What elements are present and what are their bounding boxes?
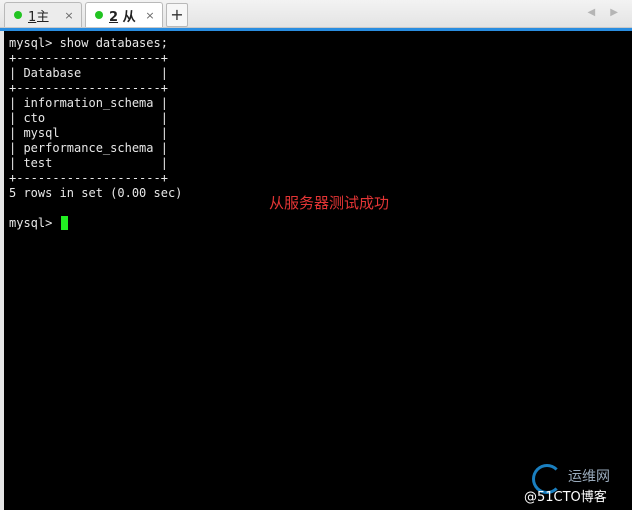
- tab-bar: 1主 × 2 从 × + ◀ ▶: [0, 0, 632, 28]
- terminal-prompt-line[interactable]: mysql>: [9, 216, 609, 231]
- connected-status-icon: [95, 11, 103, 19]
- terminal-line: mysql> show databases;: [9, 36, 168, 50]
- terminal-line: +--------------------+: [9, 171, 168, 185]
- tab-slave[interactable]: 2 从 ×: [85, 2, 163, 27]
- watermark-line1: 运维网: [568, 469, 610, 485]
- tab-label: 1主: [28, 9, 50, 25]
- terminal-line: | mysql |: [9, 126, 168, 140]
- connected-status-icon: [14, 11, 22, 19]
- watermark-line2: @51CTO博客: [524, 490, 607, 505]
- active-tab-accent: [0, 28, 632, 31]
- terminal-line: | cto |: [9, 111, 168, 125]
- tab-master[interactable]: 1主 ×: [4, 2, 82, 27]
- terminal-line: | Database |: [9, 66, 168, 80]
- new-tab-button[interactable]: +: [166, 3, 188, 27]
- close-icon[interactable]: ×: [143, 9, 157, 22]
- window-left-edge: [0, 31, 4, 510]
- terminal-line: +--------------------+: [9, 81, 168, 95]
- close-icon[interactable]: ×: [62, 9, 76, 22]
- tab-scroll-arrows-icon[interactable]: ◀ ▶: [587, 7, 624, 18]
- terminal-line: | performance_schema |: [9, 141, 168, 155]
- tab-label: 2 从: [109, 9, 136, 25]
- terminal-line: +--------------------+: [9, 51, 168, 65]
- terminal-line: | test |: [9, 156, 168, 170]
- annotation-text: 从服务器测试成功: [269, 194, 390, 212]
- terminal-line: | information_schema |: [9, 96, 168, 110]
- prompt-text: mysql>: [9, 216, 60, 230]
- watermark: 运维网 @51CTO博客: [520, 462, 632, 510]
- text-cursor: [60, 216, 68, 230]
